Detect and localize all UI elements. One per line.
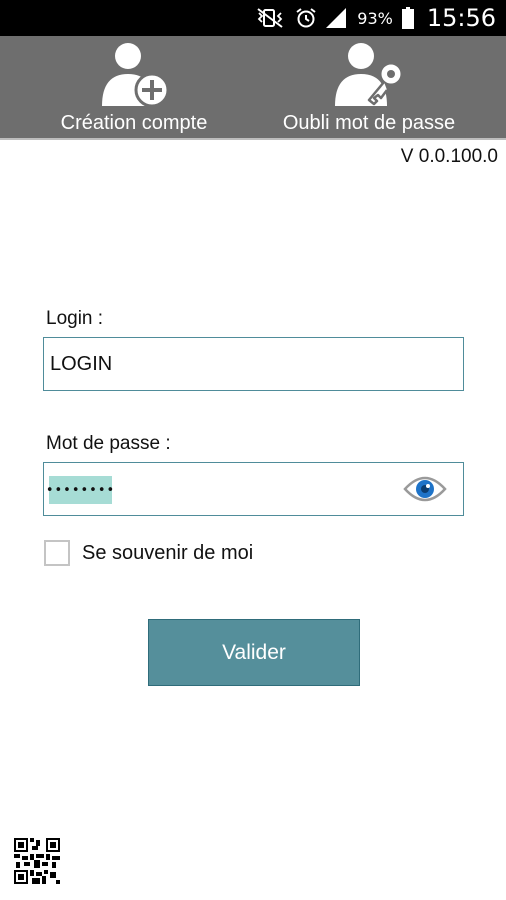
mute-vibrate-icon	[254, 7, 286, 29]
top-toolbar: Création compte Oubli mot de passe	[0, 36, 506, 140]
create-account-label: Création compte	[60, 112, 208, 134]
password-label: Mot de passe :	[46, 433, 171, 454]
create-account-button[interactable]: Création compte	[44, 36, 224, 138]
remember-me-checkbox[interactable]	[44, 540, 70, 566]
remember-me-row[interactable]: Se souvenir de moi	[44, 540, 253, 566]
submit-button[interactable]: Valider	[148, 619, 360, 686]
version-label: V 0.0.100.0	[400, 146, 498, 167]
signal-icon	[326, 8, 348, 28]
battery-icon	[401, 7, 414, 29]
login-field-box	[43, 337, 464, 391]
login-label: Login :	[46, 308, 104, 329]
forgot-password-button[interactable]: Oubli mot de passe	[266, 36, 472, 138]
user-add-icon	[98, 36, 170, 106]
user-key-icon	[331, 36, 407, 106]
password-field[interactable]: ••••••••	[43, 462, 464, 516]
battery-percent: 93%	[357, 8, 393, 28]
qr-code-icon[interactable]	[14, 838, 60, 884]
status-bar: 93% 15:56	[0, 0, 506, 36]
password-value[interactable]: ••••••••	[46, 476, 114, 504]
login-input[interactable]	[44, 338, 463, 390]
remember-me-label[interactable]: Se souvenir de moi	[82, 542, 253, 565]
alarm-icon	[295, 7, 317, 29]
show-password-eye-icon[interactable]	[403, 473, 447, 510]
status-clock: 15:56	[426, 4, 496, 32]
forgot-password-label: Oubli mot de passe	[282, 112, 456, 134]
